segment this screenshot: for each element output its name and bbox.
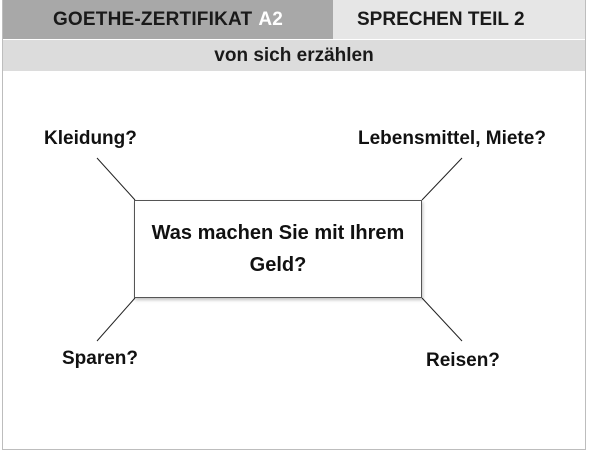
connector-top-left [96,157,136,201]
connector-top-right [421,157,463,201]
keyword-food-rent: Lebensmittel, Miete? [358,128,546,149]
question-text: Was machen Sie mit Ihrem Geld? [151,222,405,276]
connector-bottom-left [96,297,136,342]
keyword-clothing: Kleidung? [44,128,137,149]
keyword-saving: Sparen? [62,348,139,369]
connector-bottom-right [421,297,463,342]
question-box: Was machen Sie mit Ihrem Geld? [134,200,422,298]
keyword-travel: Reisen? [426,350,500,371]
